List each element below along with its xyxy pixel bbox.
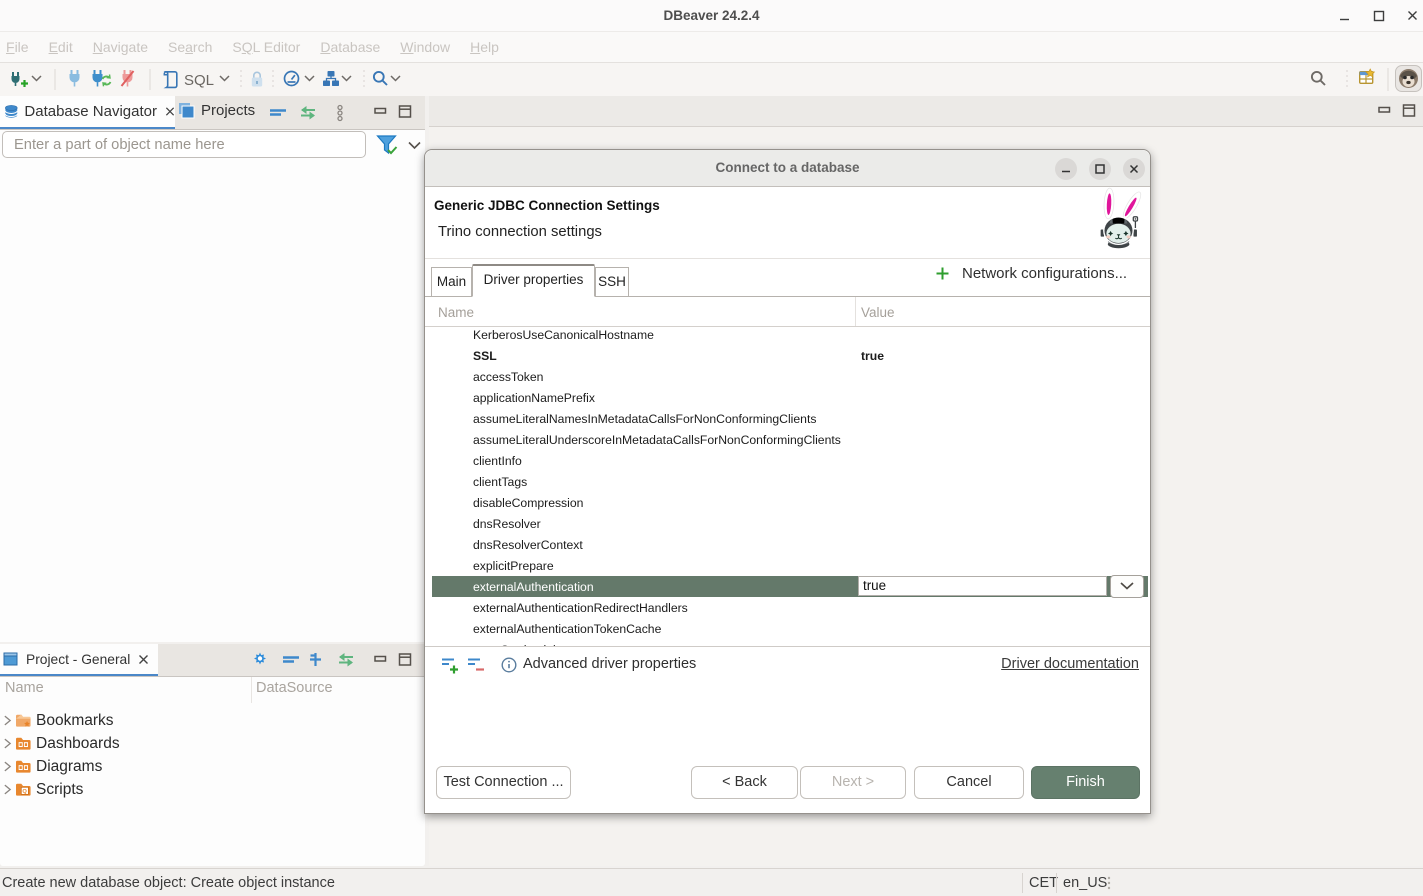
- svg-text:Q: Q: [22, 789, 27, 795]
- svg-text:SQL: SQL: [184, 72, 214, 89]
